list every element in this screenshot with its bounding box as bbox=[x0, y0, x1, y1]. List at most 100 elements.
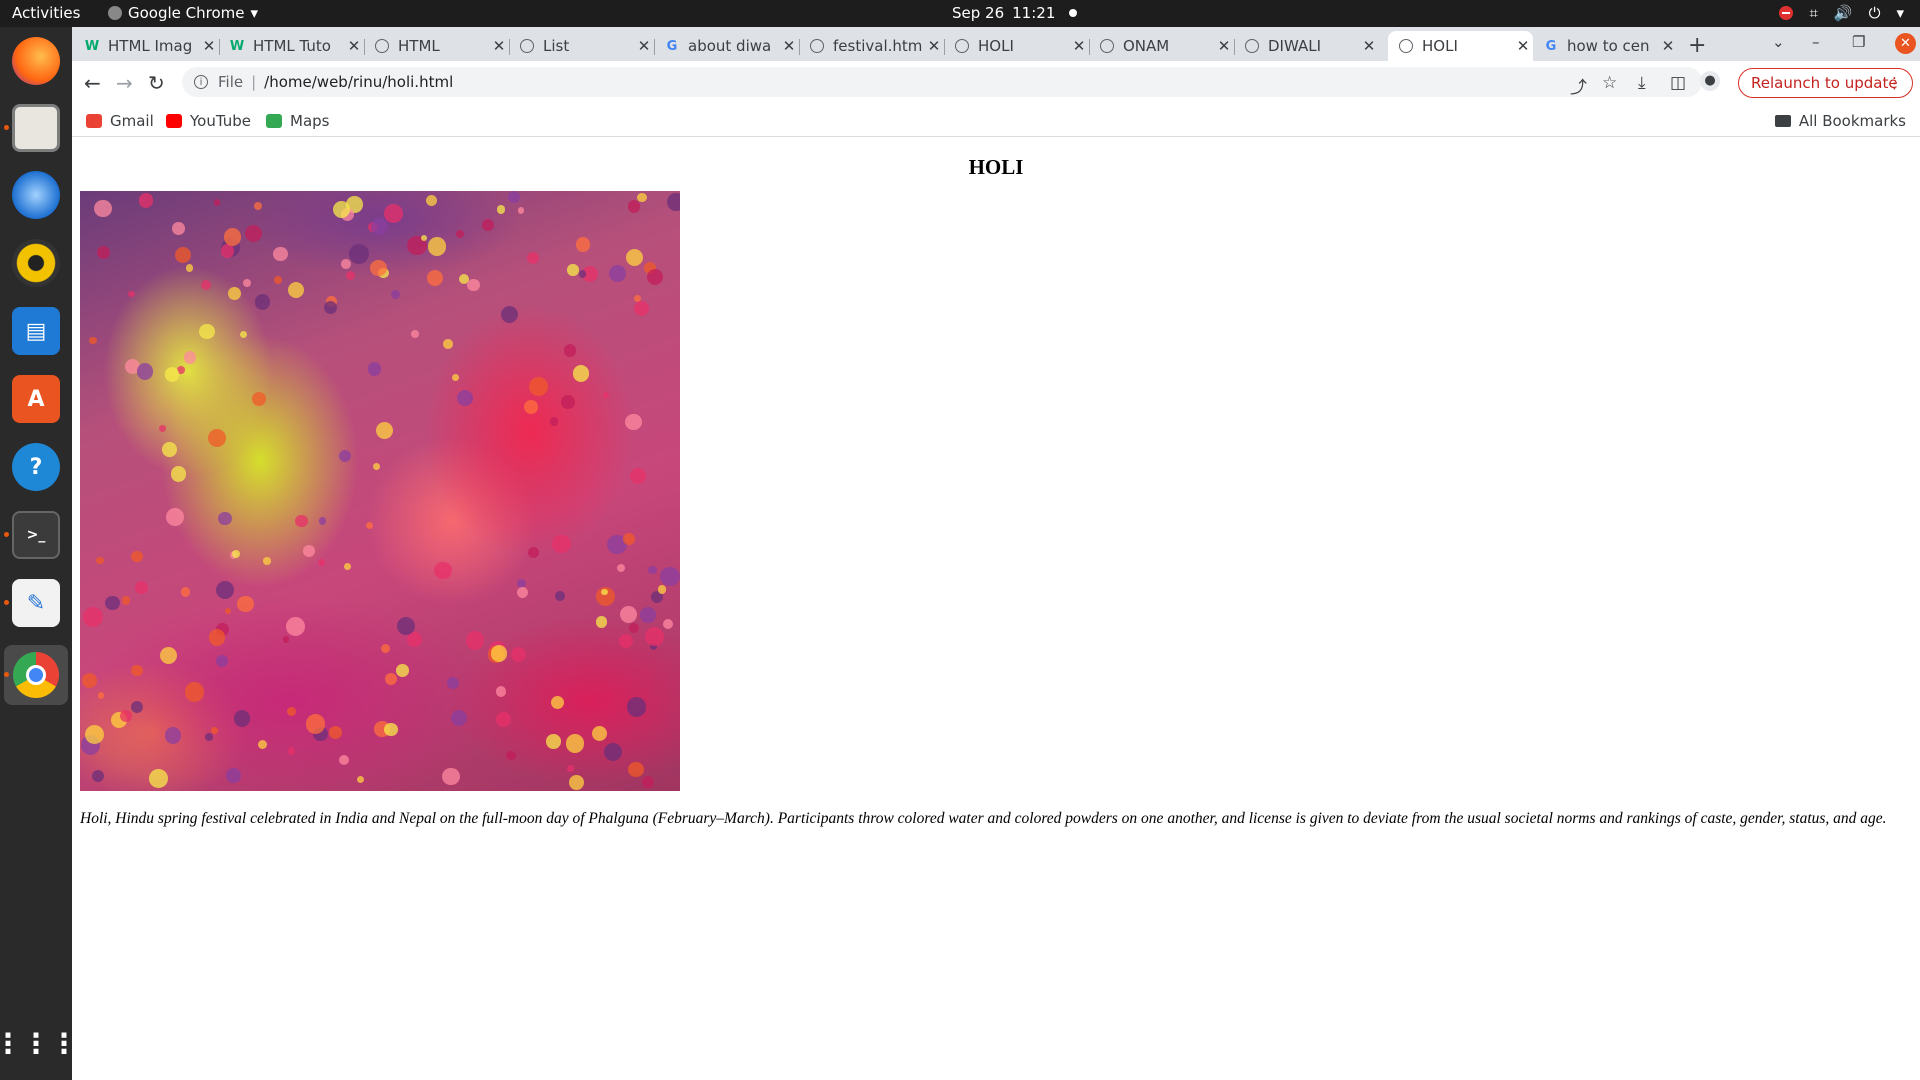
crowd-speck bbox=[239, 330, 248, 339]
app-center-icon[interactable]: A bbox=[12, 375, 60, 423]
back-button[interactable]: ← bbox=[84, 71, 101, 95]
thunderbird-icon[interactable] bbox=[12, 171, 60, 219]
youtube-icon bbox=[166, 114, 182, 128]
crowd-speck bbox=[575, 237, 591, 252]
crowd-speck bbox=[365, 521, 374, 530]
tab-close-icon[interactable]: ✕ bbox=[1513, 37, 1533, 55]
terminal-icon[interactable]: >_ bbox=[12, 511, 60, 559]
network-icon[interactable]: ⌗ bbox=[1809, 4, 1817, 22]
app-menu[interactable]: Google Chrome ▾ bbox=[108, 4, 258, 22]
tab-6[interactable]: HOLI ✕ bbox=[944, 31, 1089, 61]
crowd-speck bbox=[131, 550, 143, 563]
files-icon[interactable] bbox=[12, 104, 60, 152]
tab-8[interactable]: DIWALI ✕ bbox=[1234, 31, 1379, 61]
crowd-speck bbox=[516, 587, 528, 599]
crowd-speck bbox=[567, 264, 579, 276]
tab-close-icon[interactable]: ✕ bbox=[1214, 37, 1234, 55]
tab-search-icon[interactable]: ⌄ bbox=[1772, 33, 1785, 51]
crowd-speck bbox=[555, 591, 565, 602]
power-icon[interactable]: ⏻ bbox=[1869, 4, 1881, 22]
bookmark-maps[interactable]: Maps bbox=[266, 112, 329, 130]
help-icon[interactable]: ? bbox=[12, 443, 60, 491]
maximize-button[interactable]: ❐ bbox=[1852, 33, 1865, 51]
globe-icon bbox=[519, 38, 535, 54]
crowd-speck bbox=[274, 275, 283, 284]
crowd-speck bbox=[324, 300, 338, 314]
tab-0[interactable]: W HTML Imag ✕ bbox=[74, 31, 219, 61]
system-tray[interactable]: ⌗ 🔊 ⏻ ▾ bbox=[1779, 4, 1904, 22]
crowd-speck bbox=[97, 245, 111, 259]
crowd-speck bbox=[500, 305, 518, 323]
activities-button[interactable]: Activities bbox=[12, 4, 80, 22]
forward-button[interactable]: → bbox=[116, 71, 133, 95]
kebab-menu-icon[interactable]: ⋮ bbox=[1887, 74, 1902, 92]
tray-caret-icon[interactable]: ▾ bbox=[1896, 4, 1904, 22]
tab-close-icon[interactable]: ✕ bbox=[344, 37, 364, 55]
crowd-speck bbox=[628, 622, 639, 633]
minimize-button[interactable]: – bbox=[1812, 33, 1820, 51]
globe-icon bbox=[954, 38, 970, 54]
bookmark-star-icon[interactable]: ☆ bbox=[1602, 73, 1617, 93]
tab-1[interactable]: W HTML Tuto ✕ bbox=[219, 31, 364, 61]
crowd-speck bbox=[160, 647, 178, 665]
tab-close-icon[interactable]: ✕ bbox=[924, 37, 944, 55]
tab-close-icon[interactable]: ✕ bbox=[1658, 37, 1678, 55]
clock[interactable]: Sep 26 11:21 bbox=[952, 4, 1078, 22]
crowd-speck bbox=[91, 769, 105, 783]
crowd-speck bbox=[257, 740, 268, 750]
address-bar[interactable]: i File | /home/web/rinu/holi.html bbox=[182, 67, 1702, 97]
tab-label: festival.htm bbox=[833, 37, 923, 55]
crowd-speck bbox=[226, 768, 242, 783]
crowd-speck bbox=[263, 556, 271, 565]
notification-dot bbox=[1069, 9, 1078, 17]
rhythmbox-icon[interactable] bbox=[12, 239, 60, 287]
firefox-icon[interactable] bbox=[12, 37, 60, 85]
window-close-button[interactable]: ✕ bbox=[1895, 33, 1916, 54]
crowd-speck bbox=[442, 767, 460, 786]
tab-close-icon[interactable]: ✕ bbox=[1359, 37, 1379, 55]
crowd-speck bbox=[420, 234, 427, 241]
volume-icon[interactable]: 🔊 bbox=[1834, 4, 1853, 22]
reload-button[interactable]: ↻ bbox=[148, 71, 165, 95]
crowd-speck bbox=[233, 710, 251, 727]
crowd-speck bbox=[218, 511, 233, 526]
writer-icon[interactable]: ▤ bbox=[12, 307, 60, 355]
profile-icon[interactable]: ● bbox=[1700, 71, 1720, 91]
tab-close-icon[interactable]: ✕ bbox=[199, 37, 219, 55]
relaunch-to-update-button[interactable]: Relaunch to update ⋮ bbox=[1738, 68, 1913, 98]
bookmark-gmail[interactable]: Gmail bbox=[86, 112, 154, 130]
bookmark-youtube[interactable]: YouTube bbox=[166, 112, 251, 130]
tab-3[interactable]: List ✕ bbox=[509, 31, 654, 61]
tab-label: HTML bbox=[398, 37, 440, 55]
tab-5[interactable]: festival.htm ✕ bbox=[799, 31, 944, 61]
crowd-speck bbox=[128, 290, 135, 298]
crowd-speck bbox=[370, 218, 388, 236]
tab-close-icon[interactable]: ✕ bbox=[1069, 37, 1089, 55]
crowd-speck bbox=[629, 468, 646, 485]
tab-2[interactable]: HTML ✕ bbox=[364, 31, 509, 61]
tab-9[interactable]: HOLI ✕ bbox=[1388, 31, 1533, 61]
crowd-speck bbox=[567, 764, 575, 772]
do-not-disturb-icon[interactable] bbox=[1779, 6, 1794, 20]
chrome-icon[interactable] bbox=[4, 645, 68, 705]
crowd-speck bbox=[138, 193, 154, 208]
tab-10[interactable]: Ghow to cen ✕ bbox=[1533, 31, 1678, 61]
tab-close-icon[interactable]: ✕ bbox=[779, 37, 799, 55]
crowd-speck bbox=[395, 664, 409, 677]
crowd-speck bbox=[626, 697, 647, 717]
download-icon[interactable]: ⤓ bbox=[1638, 73, 1646, 93]
tab-7[interactable]: ONAM ✕ bbox=[1089, 31, 1234, 61]
share-icon[interactable]: ⤴ bbox=[1570, 73, 1587, 98]
all-bookmarks-button[interactable]: All Bookmarks bbox=[1774, 112, 1906, 130]
side-panel-icon[interactable]: ◫ bbox=[1670, 73, 1686, 93]
site-info-icon[interactable]: i bbox=[194, 75, 208, 89]
app-grid-icon[interactable]: ⋮⋮⋮ bbox=[0, 1019, 78, 1067]
crowd-speck bbox=[252, 391, 267, 406]
globe-icon bbox=[809, 38, 825, 54]
new-tab-button[interactable]: + bbox=[1688, 33, 1706, 58]
text-editor-icon[interactable]: ✎ bbox=[12, 579, 60, 627]
tab-close-icon[interactable]: ✕ bbox=[634, 37, 654, 55]
url-text[interactable]: /home/web/rinu/holi.html bbox=[264, 73, 453, 91]
tab-close-icon[interactable]: ✕ bbox=[489, 37, 509, 55]
tab-4[interactable]: Gabout diwa ✕ bbox=[654, 31, 799, 61]
